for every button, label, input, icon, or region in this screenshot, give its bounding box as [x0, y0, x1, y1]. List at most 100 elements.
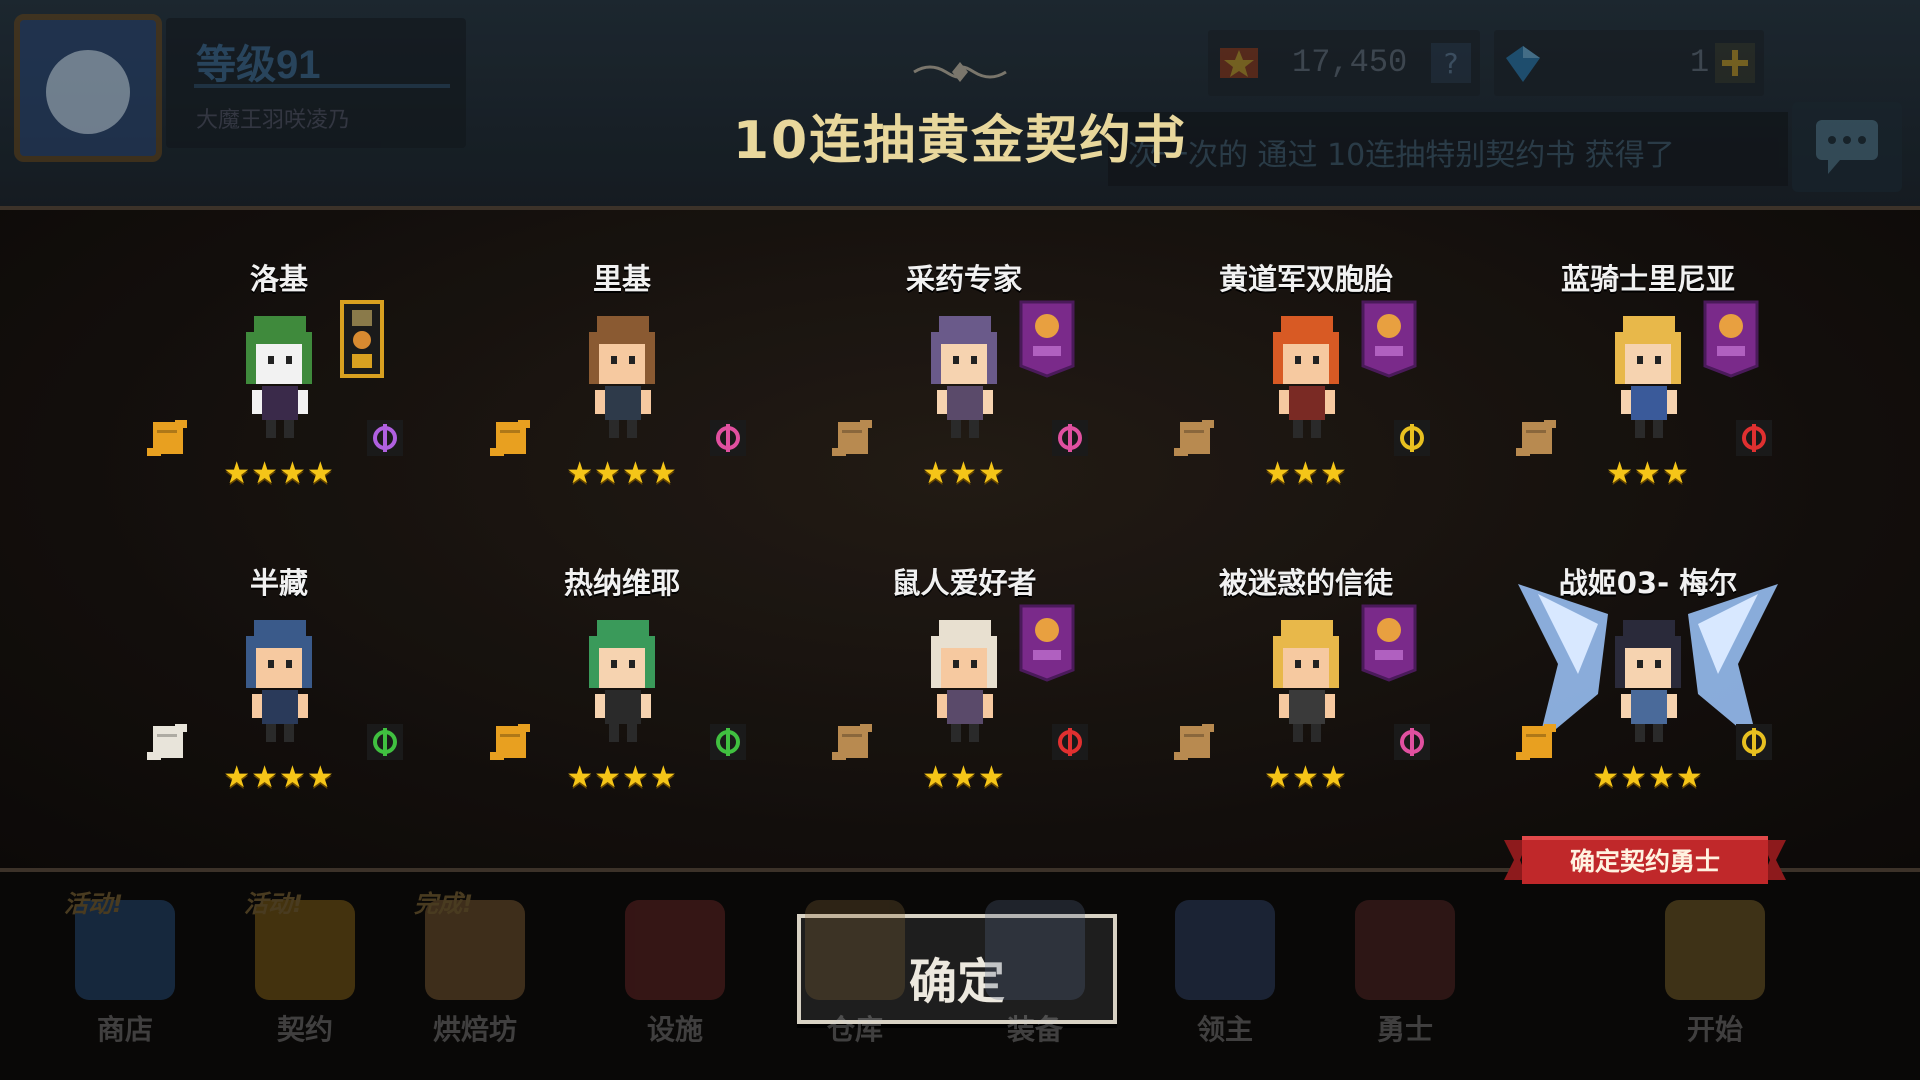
pink-gem-class-icon	[1052, 420, 1088, 456]
hero-slot[interactable]: 蓝骑士里尼亚 ★★★	[1508, 256, 1788, 556]
contract-scroll-icon	[1174, 420, 1214, 456]
contract-scroll-icon	[1516, 420, 1556, 456]
hero-slot[interactable]: 采药专家 ★★★	[824, 256, 1104, 556]
player-avatar	[14, 14, 162, 162]
faction-banner-icon	[340, 300, 384, 378]
hero-icon	[1355, 900, 1455, 1000]
hero-name: 热纳维耶	[563, 566, 680, 600]
hero-name: 黄道军双胞胎	[1218, 262, 1393, 296]
nav-badge: 完成!	[414, 890, 473, 918]
facility-icon	[625, 900, 725, 1000]
faction-banner-icon	[1361, 604, 1417, 682]
contract-scroll-icon	[832, 420, 872, 456]
yellow-sword-class-icon	[1736, 724, 1772, 760]
nav-label: 开始	[1686, 1013, 1743, 1046]
hero-slot[interactable]: 战姬03- 梅尔 ★★★★	[1508, 560, 1788, 860]
nav-label: 商店	[96, 1013, 153, 1046]
hero-sprite	[1273, 316, 1339, 438]
hero-sprite	[931, 316, 997, 438]
hero-slot[interactable]: 被迷惑的信徒 ★★★	[1166, 560, 1446, 860]
hero-slot[interactable]: 半藏 ★★★★	[139, 560, 419, 860]
lord-icon	[1175, 900, 1275, 1000]
nav-label: 烘焙坊	[432, 1013, 517, 1046]
rarity-stars: ★★★	[1264, 456, 1348, 491]
nav-bakery[interactable]: 完成! 烘焙坊	[400, 890, 550, 1070]
gem-counter: 1	[1494, 30, 1764, 96]
faction-banner-icon	[1703, 300, 1759, 378]
hero-sprite	[589, 620, 655, 742]
contract-scroll-icon	[490, 420, 530, 456]
contract-scroll-icon	[1516, 724, 1556, 760]
gold-value: 17,450	[1292, 44, 1408, 81]
pink-gem-class-icon	[1394, 724, 1430, 760]
chat-button[interactable]	[1792, 102, 1902, 192]
rarity-stars: ★★★★	[1592, 760, 1704, 795]
pink-gem-class-icon	[710, 420, 746, 456]
svg-text:?: ?	[1444, 47, 1459, 80]
contract-scroll-icon	[147, 420, 187, 456]
gem-icon	[1506, 46, 1540, 82]
nav-start[interactable]: 开始	[1640, 890, 1790, 1070]
contract-scroll-icon	[490, 724, 530, 760]
faction-banner-icon	[1361, 300, 1417, 378]
chat-icon	[1816, 120, 1878, 174]
hero-name: 半藏	[249, 566, 308, 600]
nav-contract[interactable]: 活动! 契约	[230, 890, 380, 1070]
hero-sprite	[589, 316, 655, 438]
nav-label: 设施	[646, 1013, 703, 1046]
title-ornament-icon	[913, 62, 1007, 82]
nav-label: 仓库	[826, 1013, 883, 1046]
level-divider	[194, 84, 450, 88]
hero-name: 鼠人爱好者	[891, 566, 1037, 600]
contract-scroll-icon	[1174, 724, 1214, 760]
red-swords-class-icon	[1736, 420, 1772, 456]
hero-sprite	[1273, 620, 1339, 742]
hero-slot[interactable]: 黄道军双胞胎 ★★★	[1166, 256, 1446, 556]
rarity-stars: ★★★	[922, 760, 1006, 795]
nav-shop[interactable]: 活动! 商店	[50, 890, 200, 1070]
gold-icon	[1220, 48, 1258, 78]
hero-slot[interactable]: 洛基 ★★★★	[139, 256, 419, 556]
hero-slot[interactable]: 鼠人爱好者 ★★★	[824, 560, 1104, 860]
hero-slot[interactable]: 热纳维耶 ★★★★	[482, 560, 762, 860]
player-info: 等级91 大魔王羽咲凌乃	[166, 18, 466, 148]
hero-sprite	[1615, 316, 1681, 438]
add-gems-icon[interactable]	[1712, 40, 1758, 86]
gold-counter: 17,450 ?	[1208, 30, 1480, 96]
green-shuriken-class-icon	[367, 724, 403, 760]
warehouse-icon	[805, 900, 905, 1000]
nav-facility[interactable]: 设施	[600, 890, 750, 1070]
hero-name: 洛基	[249, 262, 308, 296]
nav-badge: 活动!	[64, 890, 123, 918]
featured-ribbon: 确定契约勇士	[1504, 832, 1786, 888]
yellow-sword-class-icon	[1394, 420, 1430, 456]
hero-sprite	[246, 316, 312, 438]
player-name: 大魔王羽咲凌乃	[196, 108, 351, 133]
nav-equipment[interactable]: 装备	[960, 890, 1110, 1070]
help-icon[interactable]: ?	[1428, 40, 1474, 86]
nav-warehouse[interactable]: 仓库	[780, 890, 930, 1070]
rarity-stars: ★★★★	[223, 456, 335, 491]
faction-banner-icon	[1019, 604, 1075, 682]
hero-sprite	[246, 620, 312, 742]
panel-top-border	[0, 206, 1920, 210]
start-icon	[1665, 900, 1765, 1000]
equipment-icon	[985, 900, 1085, 1000]
green-shuriken-class-icon	[710, 724, 746, 760]
faction-banner-icon	[1019, 300, 1075, 378]
rarity-stars: ★★★	[922, 456, 1006, 491]
contract-scroll-icon	[832, 724, 872, 760]
featured-label: 确定契约勇士	[1569, 847, 1720, 876]
rarity-stars: ★★★★	[566, 456, 678, 491]
nav-badge: 活动!	[244, 890, 303, 918]
nav-lord[interactable]: 领主	[1150, 890, 1300, 1070]
hero-sprite	[1615, 620, 1681, 742]
hero-name: 蓝骑士里尼亚	[1560, 262, 1735, 296]
hero-slot[interactable]: 里基 ★★★★	[482, 256, 762, 556]
rarity-stars: ★★★	[1606, 456, 1690, 491]
player-panel: 等级91 大魔王羽咲凌乃	[12, 10, 474, 162]
nav-hero[interactable]: 勇士	[1330, 890, 1480, 1070]
nav-label: 装备	[1006, 1013, 1063, 1046]
hero-name: 被迷惑的信徒	[1218, 566, 1393, 600]
dialog-title: 10连抽黄金契约书	[732, 111, 1188, 171]
